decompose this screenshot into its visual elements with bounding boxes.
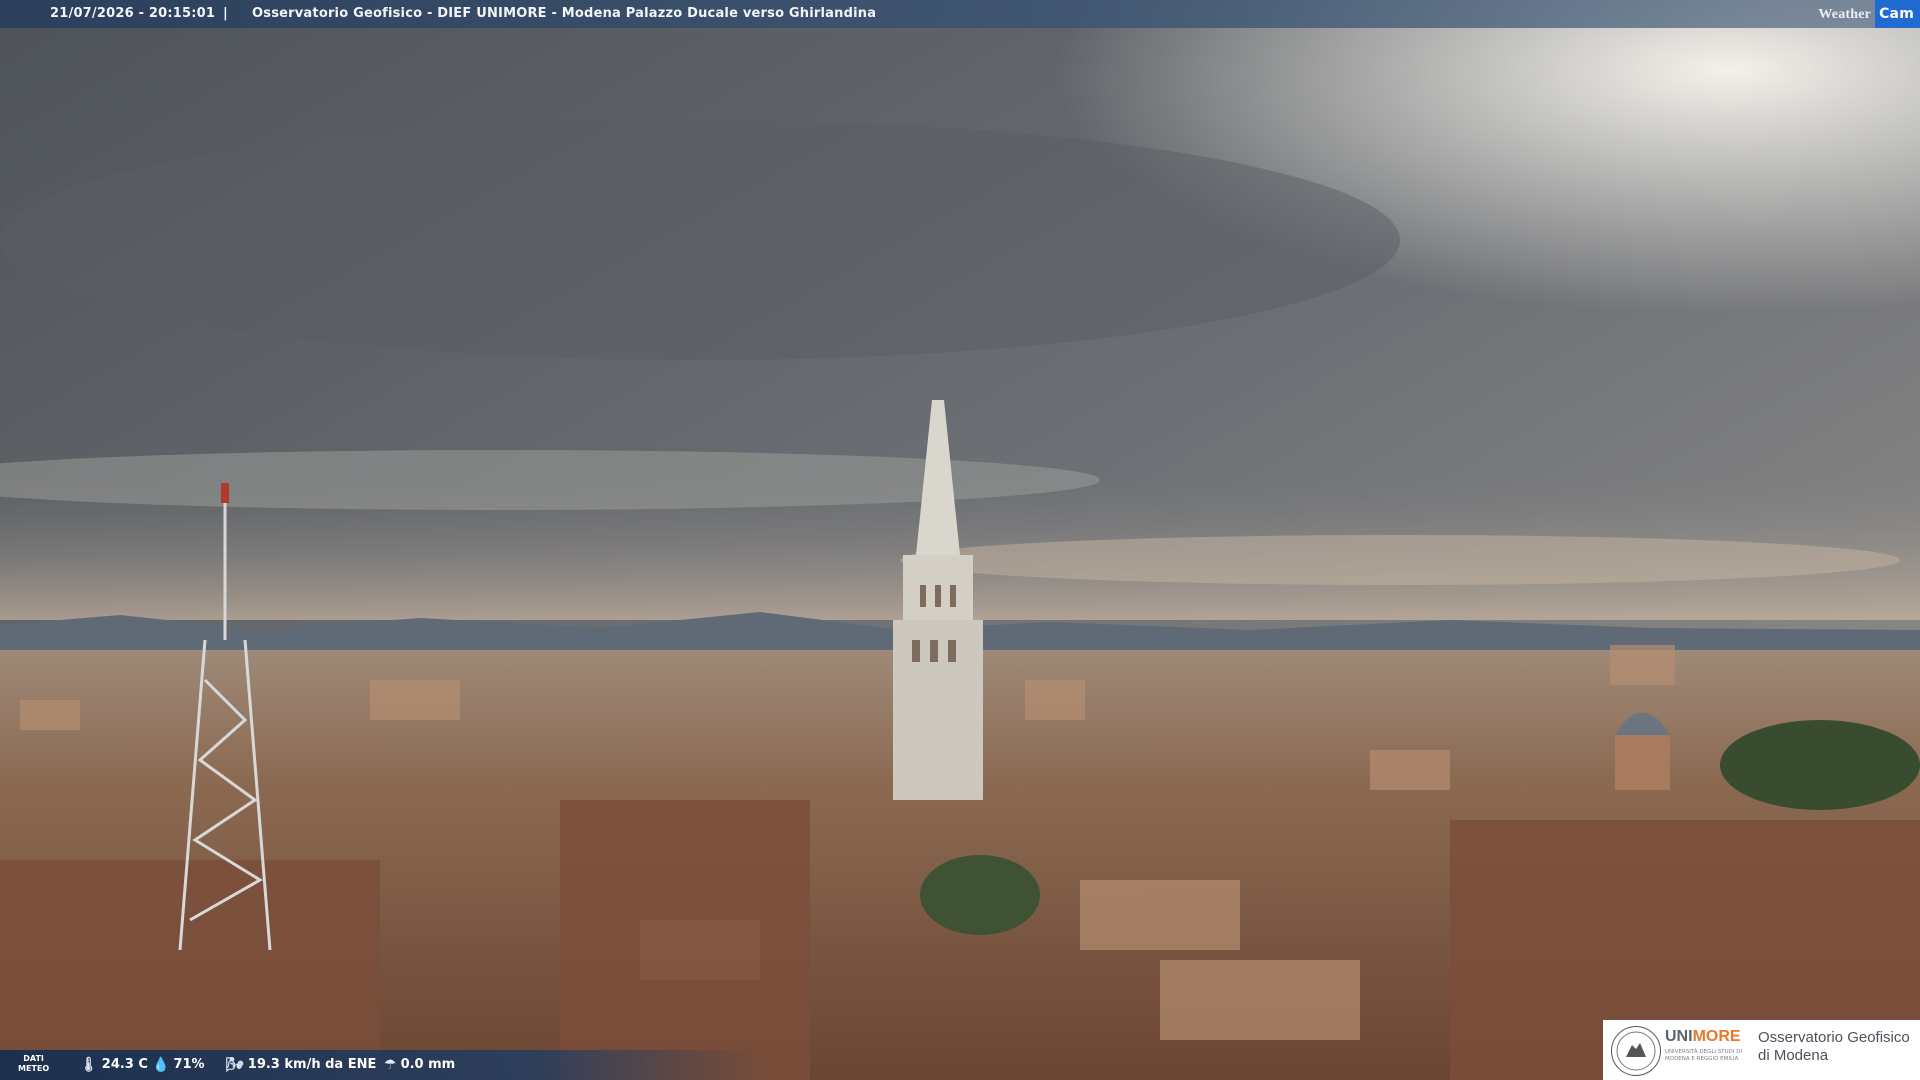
header-bar: 21/07/2026 - 20:15:01 | Osservatorio Geo… [0,0,1920,28]
weather-data-label: DATI METEO [18,1054,50,1073]
brand-weather-text: Weather [1818,7,1872,22]
temperature-value: 24.3 C [101,1057,148,1072]
humidity-value: 71% [173,1057,205,1072]
rain-value: 0.0 mm [400,1057,456,1072]
wind-icon: 🌬 [226,1057,244,1073]
wind-value: 19.3 km/h da ENE [247,1057,377,1072]
unimore-observatory-logo[interactable]: UNIMORE UNIVERSITÀ DEGLI STUDI DI MODENA… [1603,1020,1920,1080]
brand-cam-text: Cam [1875,0,1920,28]
university-seal-icon [1611,1026,1661,1076]
rain-reading: ☂ 0.0 mm [384,1050,455,1080]
unimore-wordmark: UNIMORE [1665,1028,1741,1045]
humidity-drop-icon: 💧 [152,1057,170,1073]
timestamp: 21/07/2026 - 20:15:01 [50,6,216,21]
camera-title: Osservatorio Geofisico - DIEF UNIMORE - … [252,6,877,21]
observatory-name: Osservatorio Geofisico di Modena [1758,1029,1910,1064]
header-separator: | [223,6,228,21]
temperature-reading: 🌡 24.3 C [80,1050,148,1080]
weather-data-bar: DATI METEO 🌡 24.3 C 💧 71% 🌬 19.3 km/h da… [0,1050,760,1080]
weathercam-logo[interactable]: Weather Cam [1818,0,1920,28]
humidity-reading: 💧 71% [152,1050,205,1080]
rain-icon: ☂ [384,1057,397,1073]
webcam-image [0,0,1920,1080]
wind-reading: 🌬 19.3 km/h da ENE [226,1050,376,1080]
thermometer-icon: 🌡 [80,1057,98,1073]
university-name: UNIVERSITÀ DEGLI STUDI DI MODENA E REGGI… [1665,1049,1743,1062]
